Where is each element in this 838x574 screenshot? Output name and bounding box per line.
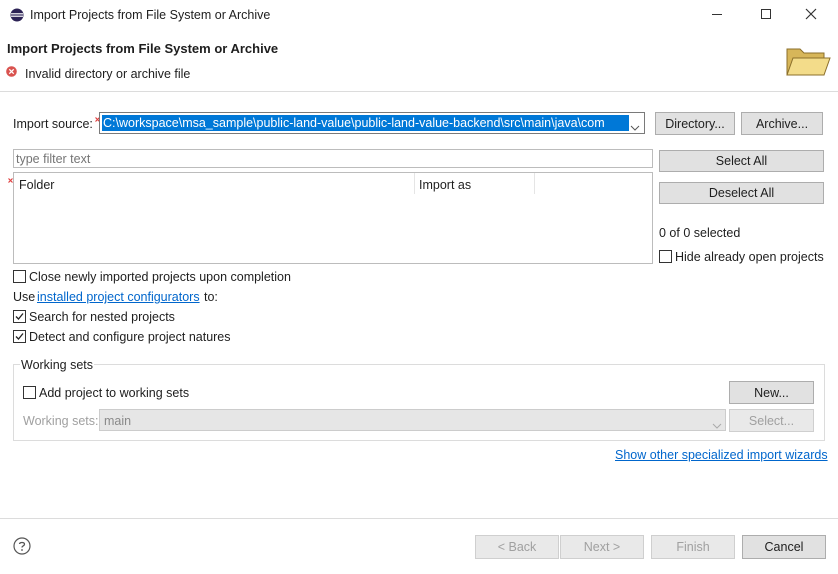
- finish-button[interactable]: Finish: [651, 535, 735, 559]
- column-header-import-as[interactable]: Import as: [415, 173, 535, 194]
- close-imported-label[interactable]: Close newly imported projects upon compl…: [29, 270, 291, 284]
- working-sets-group-label: Working sets: [20, 358, 95, 372]
- detect-natures-checkbox[interactable]: [13, 330, 26, 343]
- hide-open-projects-label[interactable]: Hide already open projects: [675, 250, 824, 264]
- column-header-folder[interactable]: Folder: [14, 173, 415, 194]
- working-sets-label: Working sets:: [23, 414, 99, 428]
- search-nested-label[interactable]: Search for nested projects: [29, 310, 175, 324]
- import-source-value[interactable]: C:\workspace\msa_sample\public-land-valu…: [102, 115, 629, 131]
- maximize-icon[interactable]: [761, 9, 771, 19]
- chevron-down-icon[interactable]: [712, 418, 722, 429]
- wizard-header: Import Projects from File System or Arch…: [0, 31, 838, 92]
- error-message: Invalid directory or archive file: [25, 67, 191, 81]
- window-title: Import Projects from File System or Arch…: [30, 8, 271, 22]
- hide-open-projects-checkbox[interactable]: [659, 250, 672, 263]
- projects-table[interactable]: Folder Import as: [13, 172, 653, 264]
- working-sets-combo[interactable]: main: [99, 409, 726, 431]
- column-header-label: Folder: [19, 178, 55, 192]
- import-source-combo[interactable]: C:\workspace\msa_sample\public-land-valu…: [99, 112, 645, 134]
- working-sets-value: main: [104, 414, 132, 428]
- eclipse-icon: [10, 8, 24, 22]
- back-button[interactable]: < Back: [475, 535, 559, 559]
- add-to-working-sets-checkbox[interactable]: [23, 386, 36, 399]
- minimize-icon[interactable]: [712, 14, 722, 15]
- close-imported-checkbox[interactable]: [13, 270, 26, 283]
- use-suffix-text: to:: [204, 290, 218, 304]
- title-bar[interactable]: Import Projects from File System or Arch…: [0, 0, 838, 31]
- directory-button[interactable]: Directory...: [655, 112, 735, 135]
- close-icon[interactable]: [805, 8, 817, 20]
- cancel-button[interactable]: Cancel: [742, 535, 826, 559]
- select-working-sets-button[interactable]: Select...: [729, 409, 814, 432]
- search-nested-checkbox[interactable]: [13, 310, 26, 323]
- archive-button[interactable]: Archive...: [741, 112, 823, 135]
- checkmark-icon: [15, 333, 24, 340]
- deselect-all-button[interactable]: Deselect All: [659, 182, 824, 204]
- checkmark-icon: [15, 313, 24, 320]
- filter-input[interactable]: [13, 149, 653, 168]
- import-source-label: Import source:: [13, 117, 93, 131]
- next-button[interactable]: Next >: [560, 535, 644, 559]
- column-header-label: Import as: [419, 178, 472, 192]
- folder-banner-icon: [784, 41, 832, 81]
- specialized-wizards-link[interactable]: Show other specialized import wizards: [615, 448, 828, 462]
- select-all-button[interactable]: Select All: [659, 150, 824, 172]
- detect-natures-label[interactable]: Detect and configure project natures: [29, 330, 231, 344]
- configurators-link[interactable]: installed project configurators: [37, 290, 200, 304]
- add-to-working-sets-label[interactable]: Add project to working sets: [39, 386, 189, 400]
- error-icon: [6, 66, 17, 77]
- use-prefix-text: Use: [13, 290, 36, 304]
- new-working-set-button[interactable]: New...: [729, 381, 814, 404]
- chevron-down-icon[interactable]: [630, 120, 640, 131]
- selection-count: 0 of 0 selected: [659, 226, 741, 240]
- footer-divider: [0, 518, 838, 519]
- help-icon[interactable]: [13, 537, 31, 555]
- page-title: Import Projects from File System or Arch…: [7, 41, 279, 56]
